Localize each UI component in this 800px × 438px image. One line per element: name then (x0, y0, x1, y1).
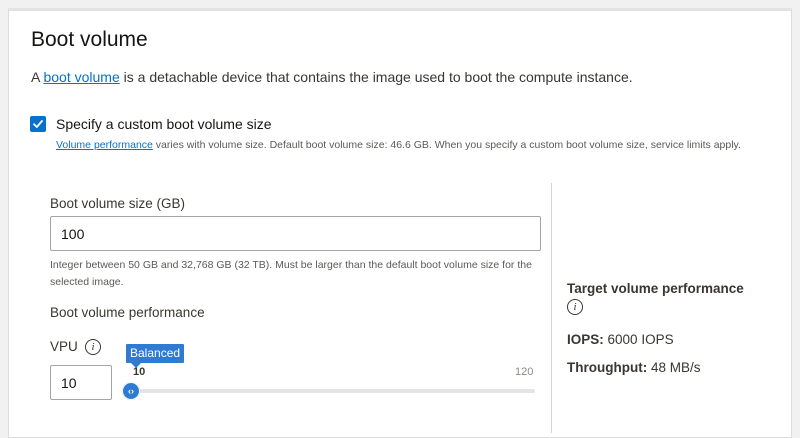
slider-max-label: 120 (515, 366, 534, 378)
boot-volume-size-help: Integer between 50 GB and 32,768 GB (32 … (50, 259, 532, 288)
iops-label: IOPS: (567, 332, 604, 347)
vpu-info-icon[interactable]: i (85, 339, 101, 355)
throughput-value: 48 MB/s (650, 360, 701, 375)
volume-performance-link[interactable]: Volume performance (56, 139, 153, 151)
boot-volume-link[interactable]: boot volume (43, 69, 119, 85)
slider-tooltip: Balanced (126, 344, 185, 368)
section-description: A boot volume is a detachable device tha… (31, 69, 633, 85)
boot-volume-performance-label: Boot volume performance (50, 305, 205, 320)
boot-volume-size-label: Boot volume size (GB) (50, 196, 186, 211)
custom-size-helper: Volume performance varies with volume si… (56, 139, 741, 151)
vpu-slider-thumb[interactable]: ‹› (122, 382, 140, 400)
custom-size-helper-text: varies with volume size. Default boot vo… (152, 139, 741, 151)
vpu-label: VPU (50, 339, 78, 354)
custom-size-label[interactable]: Specify a custom boot volume size (56, 116, 272, 132)
throughput-stat: Throughput: 48 MB/s (567, 360, 701, 375)
section-title: Boot volume (31, 28, 148, 51)
custom-size-checkbox[interactable] (30, 116, 46, 132)
throughput-label: Throughput: (567, 360, 648, 375)
column-divider (551, 183, 552, 433)
target-info-icon[interactable]: i (567, 299, 583, 315)
slider-min-label: 10 (133, 366, 146, 378)
iops-value: 6000 IOPS (607, 332, 674, 347)
vpu-slider-track[interactable] (131, 389, 535, 393)
iops-stat: IOPS: 6000 IOPS (567, 332, 674, 347)
vpu-input[interactable] (50, 365, 112, 400)
checkmark-icon (33, 120, 43, 128)
boot-volume-size-input[interactable] (50, 216, 541, 251)
desc-prefix: A (31, 69, 44, 85)
target-performance-title: Target volume performance (567, 281, 744, 296)
desc-suffix: is a detachable device that contains the… (119, 69, 633, 85)
